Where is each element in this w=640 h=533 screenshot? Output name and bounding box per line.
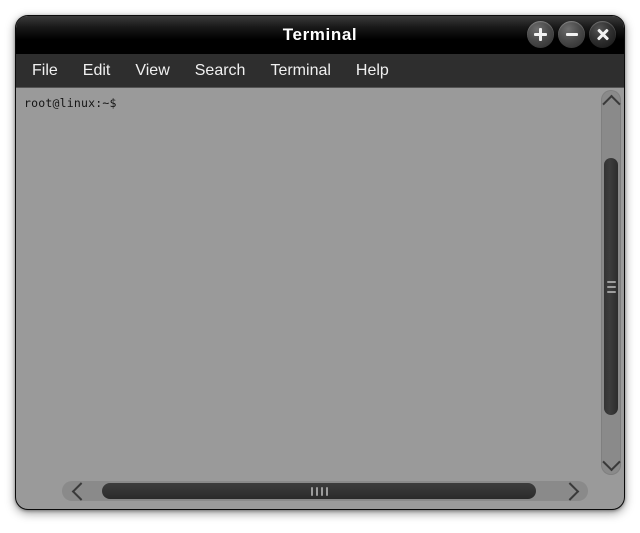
- horizontal-scrollbar-thumb[interactable]: [102, 483, 536, 499]
- scroll-left-button[interactable]: [62, 481, 96, 501]
- menu-item-terminal[interactable]: Terminal: [270, 54, 330, 88]
- menu-item-search[interactable]: Search: [195, 54, 246, 88]
- title-bar[interactable]: Terminal: [16, 16, 624, 54]
- scroll-down-button[interactable]: [601, 451, 621, 475]
- scroll-up-button[interactable]: [601, 90, 621, 114]
- terminal-body-row: root@linux:~$: [16, 88, 624, 477]
- terminal-output-area[interactable]: root@linux:~$: [16, 88, 598, 477]
- menu-item-edit[interactable]: Edit: [83, 54, 111, 88]
- minimize-button[interactable]: [558, 21, 585, 48]
- scroll-right-button[interactable]: [554, 481, 588, 501]
- shell-prompt-line: root@linux:~$: [24, 96, 117, 110]
- menu-item-file[interactable]: File: [32, 54, 58, 88]
- chevron-right-icon: [560, 481, 579, 501]
- menu-item-view[interactable]: View: [135, 54, 169, 88]
- chevron-up-icon: [601, 94, 621, 113]
- maximize-button[interactable]: [527, 21, 554, 48]
- horizontal-thumb-grip-icon: [310, 486, 328, 496]
- menu-bar: File Edit View Search Terminal Help: [16, 54, 624, 88]
- chevron-down-icon: [601, 452, 621, 471]
- vertical-thumb-grip-icon: [606, 280, 616, 293]
- close-button[interactable]: [589, 21, 616, 48]
- horizontal-scrollbar[interactable]: [24, 477, 598, 507]
- chevron-left-icon: [71, 481, 90, 501]
- window-controls: [527, 21, 616, 48]
- vertical-scrollbar[interactable]: [598, 88, 624, 477]
- menu-item-help[interactable]: Help: [356, 54, 389, 88]
- vertical-scrollbar-thumb[interactable]: [604, 158, 618, 415]
- terminal-window: Terminal File Edit View Search Terminal …: [15, 15, 625, 510]
